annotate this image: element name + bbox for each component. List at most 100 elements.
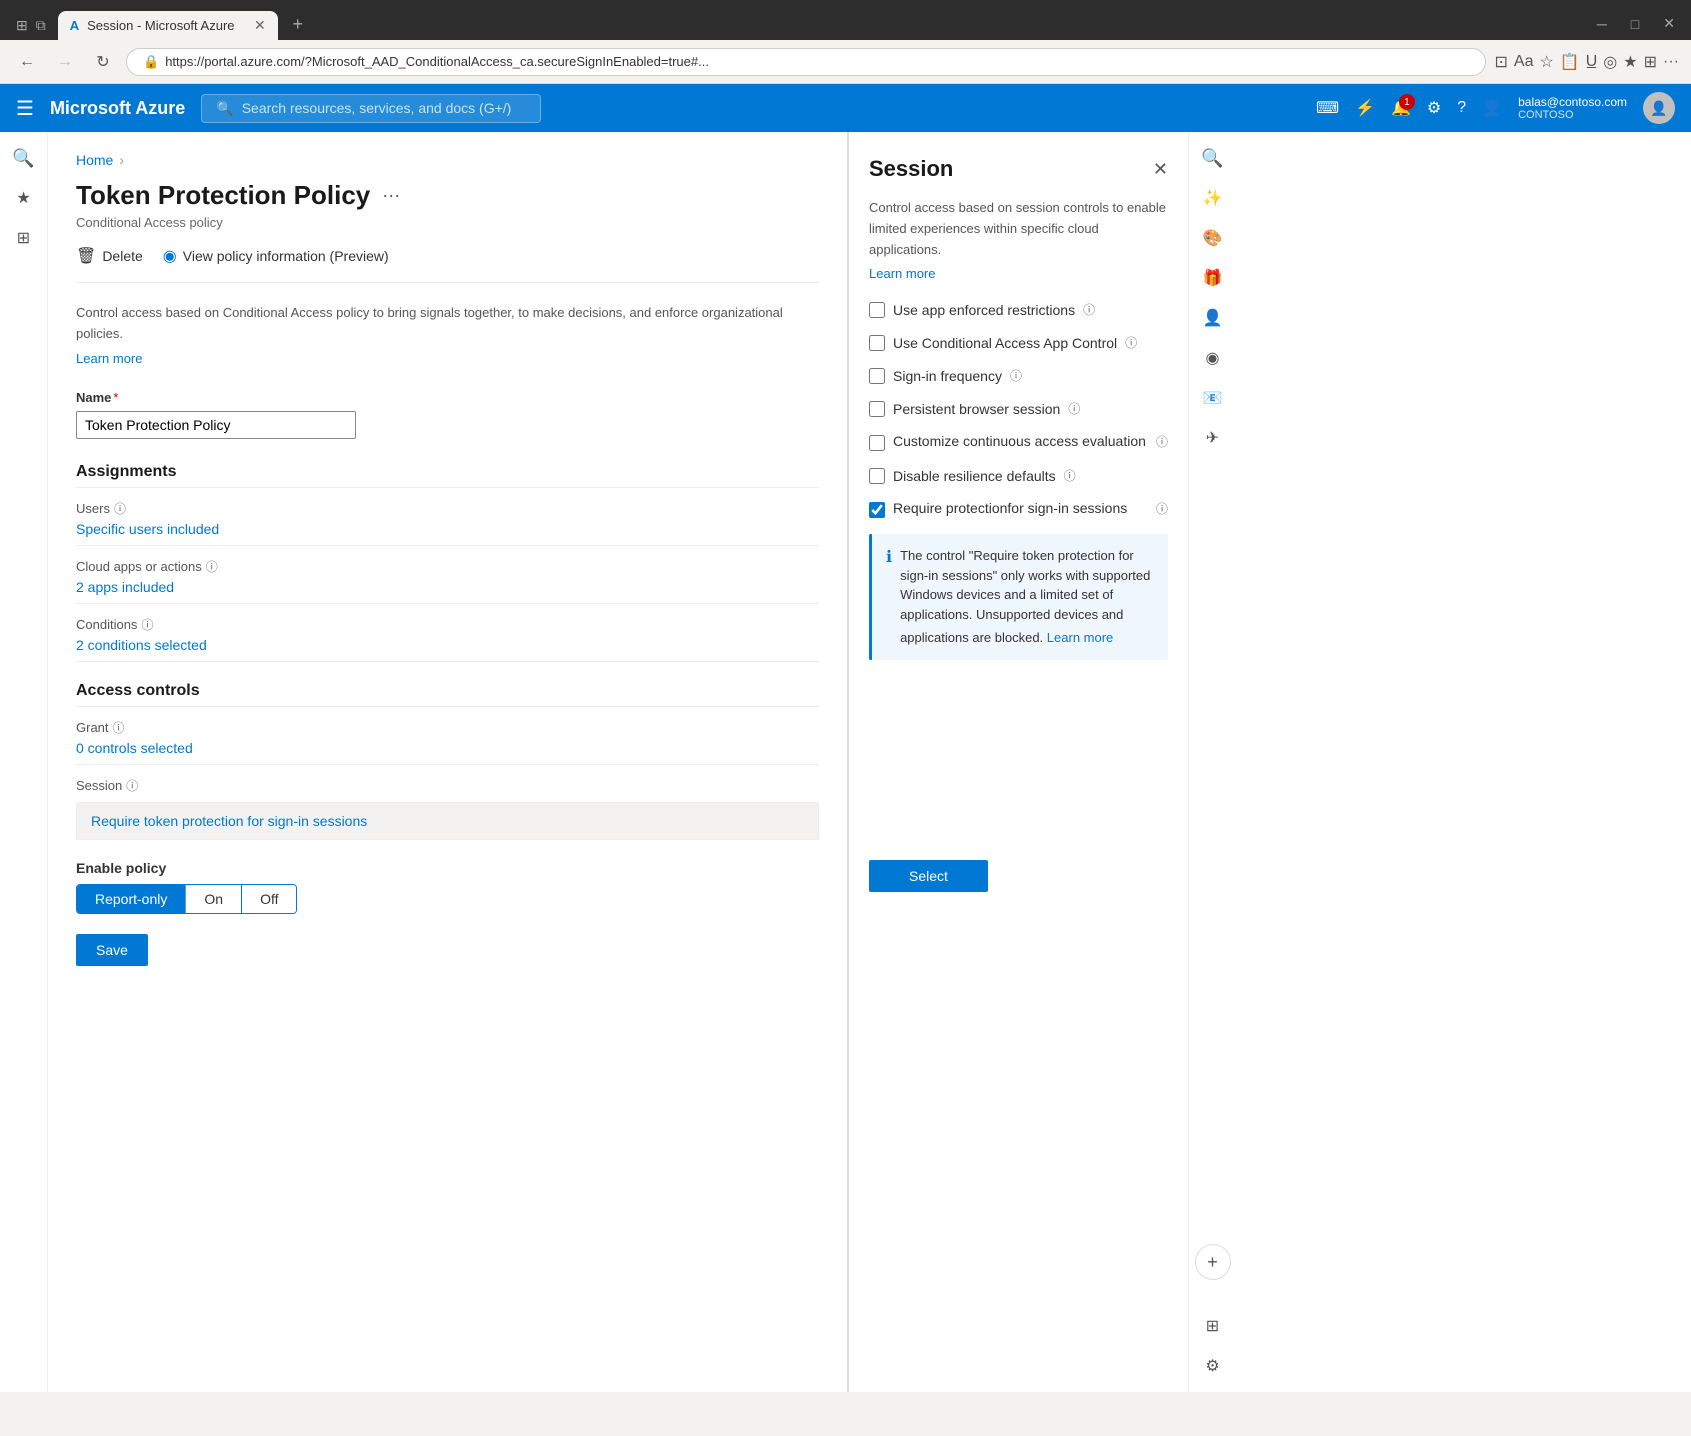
checkbox-sign-in-freq: Sign-in frequency ⓘ: [869, 367, 1168, 384]
checkbox-customize-cae-input[interactable]: [869, 435, 885, 451]
checkbox-disable-resilience-label: Disable resilience defaults: [893, 468, 1056, 484]
require-protection-info-icon: ⓘ: [1156, 500, 1168, 517]
more-options-button[interactable]: ···: [1663, 53, 1679, 71]
azure-search-bar[interactable]: 🔍 Search resources, services, and docs (…: [201, 94, 541, 123]
assignments-title: Assignments: [76, 463, 819, 488]
right-gift-icon[interactable]: 🎁: [1195, 260, 1231, 296]
view-policy-button[interactable]: ◉ View policy information (Preview): [163, 246, 389, 266]
split-screen-icon[interactable]: ⊡: [1494, 52, 1507, 72]
grant-info-icon: ⓘ: [113, 719, 125, 736]
read-mode-icon[interactable]: Aa: [1514, 53, 1534, 71]
right-expand-icon[interactable]: ⊞: [1195, 1308, 1231, 1344]
checkbox-use-app-enforced-input[interactable]: [869, 302, 885, 318]
checkbox-persistent-browser: Persistent browser session ⓘ: [869, 400, 1168, 417]
sidebar-search-icon[interactable]: 🔍: [6, 140, 42, 176]
favorites-icon[interactable]: ★: [1623, 52, 1637, 72]
more-menu-button[interactable]: ···: [382, 185, 400, 206]
help-icon[interactable]: ?: [1457, 99, 1466, 117]
tab-close-icon[interactable]: ✕: [254, 17, 266, 34]
avatar[interactable]: 👤: [1643, 92, 1675, 124]
name-input[interactable]: [76, 411, 356, 439]
back-button[interactable]: ←: [12, 47, 42, 77]
right-settings-icon[interactable]: ⚙: [1195, 1348, 1231, 1384]
refresh-button[interactable]: ↻: [88, 47, 118, 77]
user-info[interactable]: balas@contoso.com CONTOSO: [1518, 95, 1627, 121]
toggle-off[interactable]: Off: [242, 885, 296, 913]
select-button[interactable]: Select: [869, 860, 988, 892]
sidebar-favorite-icon[interactable]: ★: [6, 180, 42, 216]
address-bar[interactable]: 🔒 https://portal.azure.com/?Microsoft_AA…: [126, 48, 1486, 76]
browser-fav-icon[interactable]: ☆: [1539, 52, 1553, 72]
checkbox-require-protection-input[interactable]: [869, 502, 885, 518]
session-checkboxes: Use app enforced restrictions ⓘ Use Cond…: [869, 301, 1168, 518]
checkbox-use-app-enforced: Use app enforced restrictions ⓘ: [869, 301, 1168, 318]
breadcrumb-separator: ›: [119, 152, 124, 168]
cloud-apps-info-icon: ⓘ: [206, 558, 218, 575]
users-value[interactable]: Specific users included: [76, 521, 819, 546]
account-icon[interactable]: 👤: [1482, 98, 1502, 118]
new-tab-button[interactable]: +: [282, 8, 314, 40]
info-learn-more-link[interactable]: Learn more: [1047, 628, 1113, 648]
cloud-apps-field: Cloud apps or actions ⓘ 2 apps included: [76, 558, 819, 604]
right-sphere-icon[interactable]: ◉: [1195, 340, 1231, 376]
session-learn-more-link[interactable]: Learn more: [869, 266, 1168, 281]
extension-icon2[interactable]: ◎: [1603, 52, 1617, 72]
right-plane-icon[interactable]: ✈: [1195, 420, 1231, 456]
save-button[interactable]: Save: [76, 934, 148, 966]
grant-value[interactable]: 0 controls selected: [76, 740, 819, 765]
hamburger-menu[interactable]: ☰: [16, 96, 34, 121]
session-panel-close[interactable]: ✕: [1153, 159, 1168, 180]
forward-button[interactable]: →: [50, 47, 80, 77]
right-paint-icon[interactable]: 🎨: [1195, 220, 1231, 256]
search-placeholder: Search resources, services, and docs (G+…: [242, 100, 512, 116]
extension-icon1[interactable]: U̲: [1586, 53, 1598, 71]
toggle-report-only[interactable]: Report-only: [77, 885, 186, 913]
disable-resilience-info-icon: ⓘ: [1064, 467, 1076, 484]
checkbox-disable-resilience-input[interactable]: [869, 468, 885, 484]
toggle-on[interactable]: On: [186, 885, 242, 913]
collection-icon[interactable]: 📋: [1560, 52, 1580, 72]
use-app-enforced-info-icon: ⓘ: [1083, 301, 1095, 318]
copilot-icon[interactable]: ⚡: [1355, 98, 1375, 118]
right-search-icon[interactable]: 🔍: [1195, 140, 1231, 176]
session-value[interactable]: Require token protection for sign-in ses…: [91, 813, 367, 829]
right-add-icon[interactable]: +: [1195, 1244, 1231, 1280]
right-outlook-icon[interactable]: 📧: [1195, 380, 1231, 416]
checkbox-ca-app-control-input[interactable]: [869, 335, 885, 351]
session-label: Session: [76, 778, 122, 793]
right-icon-sidebar: 🔍 ✨ 🎨 🎁 👤 ◉ 📧 ✈ + ⊞ ⚙: [1188, 132, 1236, 1392]
notification-badge: 1: [1399, 94, 1415, 110]
search-icon: 🔍: [216, 100, 233, 117]
cloud-shell-icon[interactable]: ⌨: [1316, 98, 1339, 118]
access-controls-title: Access controls: [76, 682, 819, 707]
settings-icon[interactable]: ⚙: [1427, 98, 1441, 118]
conditions-value[interactable]: 2 conditions selected: [76, 637, 819, 662]
session-panel: Session ✕ Control access based on sessio…: [848, 132, 1188, 1392]
session-field: Session ⓘ Require token protection for s…: [76, 777, 819, 840]
checkbox-sign-in-freq-input[interactable]: [869, 368, 885, 384]
customize-cae-info-icon: ⓘ: [1156, 433, 1168, 450]
session-box[interactable]: Require token protection for sign-in ses…: [76, 802, 819, 840]
browser-tab-active[interactable]: A Session - Microsoft Azure ✕: [58, 11, 278, 40]
nav-bar: ← → ↻ 🔒 https://portal.azure.com/?Micros…: [0, 40, 1691, 84]
checkbox-ca-app-control-label: Use Conditional Access App Control: [893, 335, 1117, 351]
azure-logo: Microsoft Azure: [50, 98, 185, 119]
main-learn-more-link[interactable]: Learn more: [76, 351, 819, 366]
sidebar-dashboard-icon[interactable]: ⊞: [6, 220, 42, 256]
delete-button[interactable]: 🗑 Delete: [76, 246, 143, 266]
cloud-apps-value[interactable]: 2 apps included: [76, 579, 819, 604]
right-sparkle-icon[interactable]: ✨: [1195, 180, 1231, 216]
breadcrumb-home[interactable]: Home: [76, 152, 113, 168]
checkbox-persistent-browser-input[interactable]: [869, 401, 885, 417]
main-layout: 🔍 ★ ⊞ Home › Token Protection Policy ···…: [0, 132, 1691, 1392]
right-person-icon[interactable]: 👤: [1195, 300, 1231, 336]
sidebar-toggle[interactable]: ⊞: [1644, 52, 1657, 72]
enable-policy-label: Enable policy: [76, 860, 819, 876]
maximize-button[interactable]: □: [1623, 12, 1647, 36]
close-window-button[interactable]: ✕: [1655, 11, 1683, 36]
checkbox-disable-resilience: Disable resilience defaults ⓘ: [869, 467, 1168, 484]
minimize-button[interactable]: ─: [1589, 12, 1615, 36]
toggle-group: Report-only On Off: [76, 884, 297, 914]
tab-title: Session - Microsoft Azure: [87, 18, 234, 33]
info-box-icon: ℹ: [886, 546, 892, 570]
